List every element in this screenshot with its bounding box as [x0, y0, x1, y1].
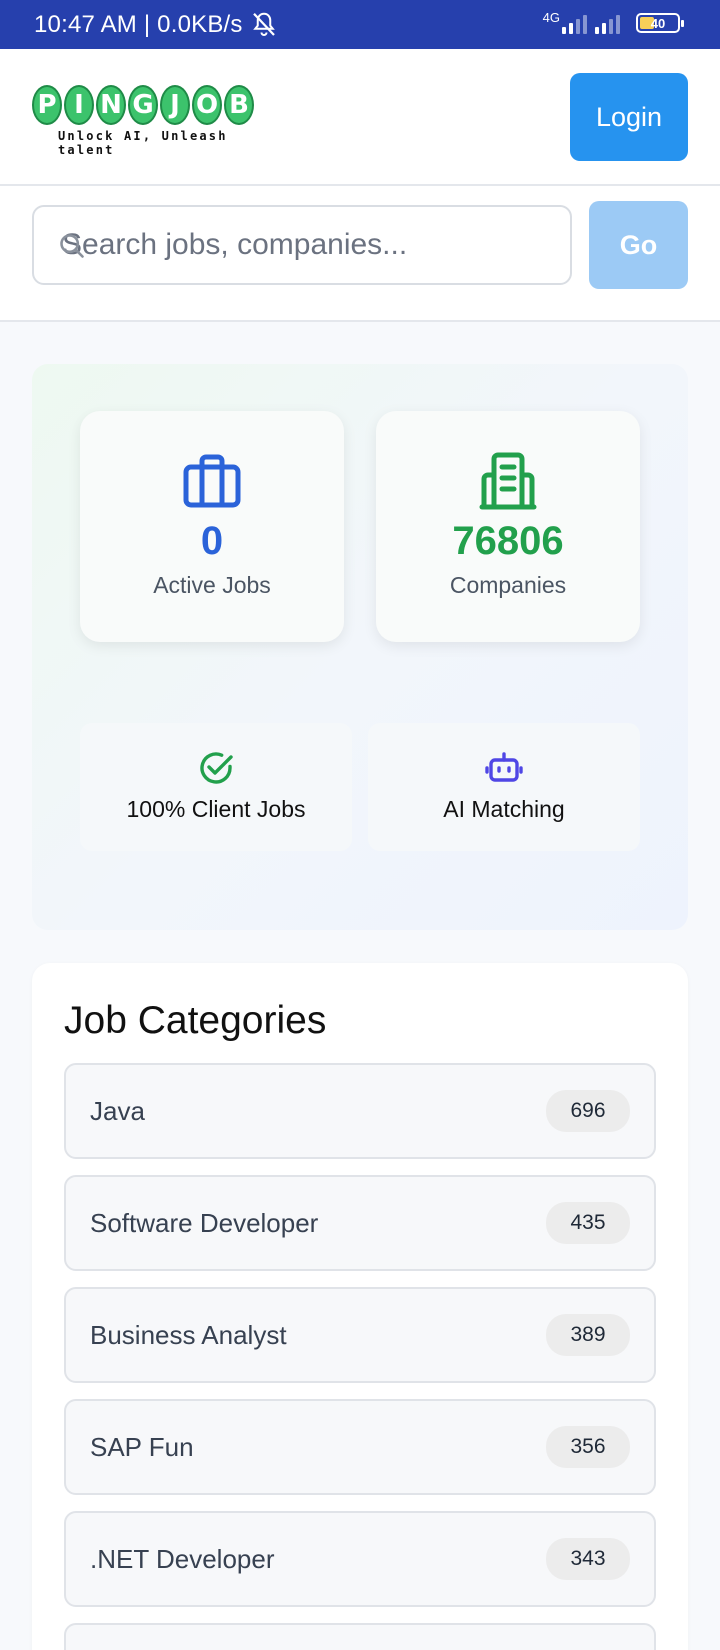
category-item-sap-fun[interactable]: SAP Fun 356	[64, 1399, 656, 1495]
ai-matching-feature: AI Matching	[368, 723, 640, 851]
check-circle-icon	[200, 752, 233, 784]
pingjob-logo[interactable]: P I N G J O B Unlock AI, Unleash talent	[32, 85, 282, 157]
robot-icon	[485, 752, 523, 782]
category-count-badge: 356	[546, 1426, 630, 1468]
battery-icon: 40	[636, 13, 684, 33]
category-item-dotnet-developer[interactable]: .NET Developer 343	[64, 1511, 656, 1607]
ai-matching-label: AI Matching	[443, 796, 565, 822]
logo-letter: O	[192, 85, 222, 125]
companies-count: 76806	[452, 519, 564, 563]
category-name: Software Developer	[90, 1207, 319, 1238]
active-jobs-count: 0	[200, 519, 224, 563]
battery-level: 40	[650, 15, 666, 31]
login-button[interactable]: Login	[570, 73, 688, 161]
logo-letter: I	[64, 85, 94, 125]
category-item-business-analyst[interactable]: Business Analyst 389	[64, 1287, 656, 1383]
job-categories-title: Job Categories	[64, 999, 327, 1042]
status-indicators: 4G 40	[542, 9, 684, 34]
category-item-java[interactable]: Java 696	[64, 1063, 656, 1159]
category-name: Java	[90, 1095, 145, 1126]
logo-letter: B	[224, 85, 254, 125]
app-header: P I N G J O B Unlock AI, Unleash talent …	[0, 49, 720, 186]
category-name: Business Analyst	[90, 1319, 287, 1350]
logo-tagline: Unlock AI, Unleash talent	[58, 129, 228, 157]
logo-letter: N	[96, 85, 126, 125]
signal-icon	[562, 12, 587, 34]
logo-letter: J	[160, 85, 190, 125]
category-item-software-developer[interactable]: Software Developer 435	[64, 1175, 656, 1271]
category-count-badge: 435	[546, 1202, 630, 1244]
signal-icon-2	[595, 12, 620, 34]
category-count-badge: 389	[546, 1314, 630, 1356]
logo-wordmark: P I N G J O B	[32, 85, 282, 125]
search-icon	[60, 234, 84, 258]
logo-letter: G	[128, 85, 158, 125]
status-time: 10:47 AM | 0.0KB/s	[34, 10, 243, 38]
active-jobs-card[interactable]: 0 Active Jobs	[80, 411, 344, 642]
category-name: SAP Fun	[90, 1431, 194, 1462]
go-button[interactable]: Go	[589, 201, 688, 289]
companies-card[interactable]: 76806 Companies	[376, 411, 640, 642]
building-icon	[479, 452, 537, 510]
status-bar: 10:47 AM | 0.0KB/s 4G 40	[0, 0, 720, 49]
job-categories-section: Job Categories Java 696 Software Develop…	[32, 963, 688, 1650]
active-jobs-label: Active Jobs	[153, 572, 271, 598]
hero-section: 0 Active Jobs 76806 Companies 100% Clien…	[32, 364, 688, 930]
search-field[interactable]	[32, 205, 572, 285]
briefcase-icon	[183, 454, 241, 508]
category-name: .NET Developer	[90, 1543, 275, 1574]
network-type: 4G	[542, 9, 560, 25]
client-jobs-label: 100% Client Jobs	[126, 796, 306, 822]
category-count-badge: 343	[546, 1538, 630, 1580]
logo-letter: P	[32, 85, 62, 125]
search-bar: Go	[0, 186, 720, 322]
category-item-partial[interactable]	[64, 1623, 656, 1650]
category-count-badge: 696	[546, 1090, 630, 1132]
client-jobs-feature: 100% Client Jobs	[80, 723, 352, 851]
companies-label: Companies	[449, 572, 567, 598]
muted-bell-icon	[252, 12, 275, 36]
search-input[interactable]	[34, 207, 570, 283]
